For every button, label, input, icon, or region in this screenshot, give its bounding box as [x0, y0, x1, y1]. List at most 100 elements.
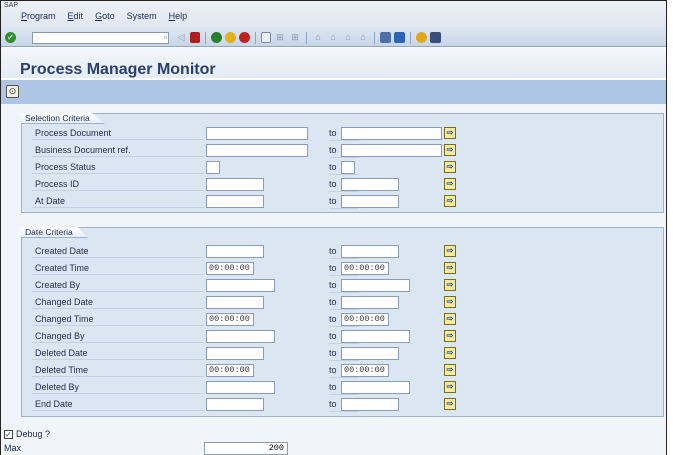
- menu-items: Program Edit Goto System Help: [21, 11, 187, 21]
- process-status-from[interactable]: [206, 161, 220, 174]
- date-criteria-group: Date Criteria Created Date to ⇨ Created …: [21, 227, 664, 417]
- criteria-row: Process Document to ⇨: [32, 127, 662, 141]
- multiple-selection-button[interactable]: ⇨: [444, 347, 456, 359]
- field-label: Process Document: [32, 127, 204, 140]
- created-by-from[interactable]: [206, 279, 275, 292]
- field-label: Changed Date: [32, 296, 204, 309]
- group-title: Date Criteria: [21, 227, 88, 238]
- at-date-to[interactable]: [341, 195, 399, 208]
- field-label: Deleted By: [32, 381, 204, 394]
- criteria-row: Changed By to ⇨: [32, 330, 662, 344]
- process-id-from[interactable]: [206, 178, 264, 191]
- field-label: Changed Time: [32, 313, 204, 326]
- field-label: End Date: [32, 398, 204, 411]
- multiple-selection-button[interactable]: ⇨: [444, 144, 456, 156]
- save-icon[interactable]: [190, 32, 200, 43]
- process-status-to[interactable]: [341, 161, 355, 174]
- criteria-row: At Date to ⇨: [32, 195, 662, 209]
- execute-button[interactable]: ⊙: [6, 85, 19, 98]
- multiple-selection-button[interactable]: ⇨: [444, 279, 456, 291]
- created-date-to[interactable]: [341, 245, 399, 258]
- find-next-icon[interactable]: ⊞: [289, 31, 301, 44]
- multiple-selection-button[interactable]: ⇨: [444, 296, 456, 308]
- field-label: Created Time: [32, 262, 204, 275]
- criteria-row: Deleted Time 00:00:00 to 00:00:00 ⇨: [32, 364, 662, 378]
- end-date-to[interactable]: [341, 398, 399, 411]
- command-dropdown-icon[interactable]: ▫: [164, 33, 167, 42]
- menu-program[interactable]: Program: [21, 11, 56, 21]
- last-page-icon[interactable]: ⌂: [357, 31, 369, 44]
- deleted-time-from[interactable]: 00:00:00: [206, 364, 254, 377]
- sap-window: SAP Program Edit Goto System Help ✓ ▫ ◁ …: [0, 0, 667, 455]
- multiple-selection-button[interactable]: ⇨: [444, 245, 456, 257]
- created-time-from[interactable]: 00:00:00: [206, 262, 254, 275]
- field-label: Business Document ref.: [32, 144, 204, 157]
- business-document-ref-from[interactable]: [206, 144, 308, 157]
- changed-by-to[interactable]: [341, 330, 410, 343]
- criteria-row: Created By to ⇨: [32, 279, 662, 293]
- field-label: Process ID: [32, 178, 204, 191]
- help-icon[interactable]: [416, 32, 427, 43]
- first-page-icon[interactable]: ⌂: [312, 31, 324, 44]
- created-time-to[interactable]: 00:00:00: [341, 262, 389, 275]
- changed-time-to[interactable]: 00:00:00: [341, 313, 389, 326]
- shortcut-icon[interactable]: [394, 32, 405, 43]
- menu-edit[interactable]: Edit: [68, 11, 84, 21]
- debug-checkbox[interactable]: ✓: [4, 429, 13, 439]
- menu-system[interactable]: System: [127, 11, 157, 21]
- new-session-icon[interactable]: [380, 32, 391, 43]
- menu-bar: SAP Program Edit Goto System Help: [1, 1, 666, 29]
- back-icon[interactable]: ◁: [175, 31, 187, 44]
- created-date-from[interactable]: [206, 245, 264, 258]
- layout-icon[interactable]: [430, 32, 441, 43]
- multiple-selection-button[interactable]: ⇨: [444, 127, 456, 139]
- max-rows-field[interactable]: 200: [204, 442, 288, 455]
- process-document-to[interactable]: [341, 127, 442, 140]
- changed-by-from[interactable]: [206, 330, 275, 343]
- criteria-row: Deleted By to ⇨: [32, 381, 662, 395]
- prev-page-icon[interactable]: ⌂: [327, 31, 339, 44]
- multiple-selection-button[interactable]: ⇨: [444, 330, 456, 342]
- multiple-selection-button[interactable]: ⇨: [444, 364, 456, 376]
- debug-label: Debug ?: [16, 429, 51, 439]
- field-label: Deleted Time: [32, 364, 204, 377]
- at-date-from[interactable]: [206, 195, 264, 208]
- multiple-selection-button[interactable]: ⇨: [444, 195, 456, 207]
- debug-option: ✓ Debug ?: [4, 429, 50, 439]
- process-id-to[interactable]: [341, 178, 399, 191]
- multiple-selection-button[interactable]: ⇨: [444, 398, 456, 410]
- deleted-date-to[interactable]: [341, 347, 399, 360]
- enter-icon[interactable]: ✓: [5, 32, 16, 43]
- changed-date-from[interactable]: [206, 296, 264, 309]
- multiple-selection-button[interactable]: ⇨: [444, 161, 456, 173]
- find-icon[interactable]: ⊞: [274, 31, 286, 44]
- multiple-selection-button[interactable]: ⇨: [444, 262, 456, 274]
- process-document-from[interactable]: [206, 127, 308, 140]
- changed-time-from[interactable]: 00:00:00: [206, 313, 254, 326]
- deleted-time-to[interactable]: 00:00:00: [341, 364, 389, 377]
- deleted-by-to[interactable]: [341, 381, 410, 394]
- exit-icon[interactable]: [225, 32, 236, 43]
- deleted-date-from[interactable]: [206, 347, 264, 360]
- field-label: At Date: [32, 195, 204, 208]
- cancel-icon[interactable]: [239, 32, 250, 43]
- criteria-row: Created Time 00:00:00 to 00:00:00 ⇨: [32, 262, 662, 276]
- print-icon[interactable]: [261, 32, 271, 43]
- business-document-ref-to[interactable]: [341, 144, 442, 157]
- menu-help[interactable]: Help: [169, 11, 188, 21]
- deleted-by-from[interactable]: [206, 381, 275, 394]
- next-page-icon[interactable]: ⌂: [342, 31, 354, 44]
- command-field[interactable]: ▫: [32, 32, 169, 44]
- toolbar-separator: [255, 31, 256, 44]
- multiple-selection-button[interactable]: ⇨: [444, 381, 456, 393]
- created-by-to[interactable]: [341, 279, 410, 292]
- end-date-from[interactable]: [206, 398, 264, 411]
- back-green-icon[interactable]: [211, 32, 222, 43]
- field-label: Created Date: [32, 245, 204, 258]
- multiple-selection-button[interactable]: ⇨: [444, 313, 456, 325]
- changed-date-to[interactable]: [341, 296, 399, 309]
- criteria-row: Process ID to ⇨: [32, 178, 662, 192]
- criteria-row: Deleted Date to ⇨: [32, 347, 662, 361]
- multiple-selection-button[interactable]: ⇨: [444, 178, 456, 190]
- menu-goto[interactable]: Goto: [95, 11, 115, 21]
